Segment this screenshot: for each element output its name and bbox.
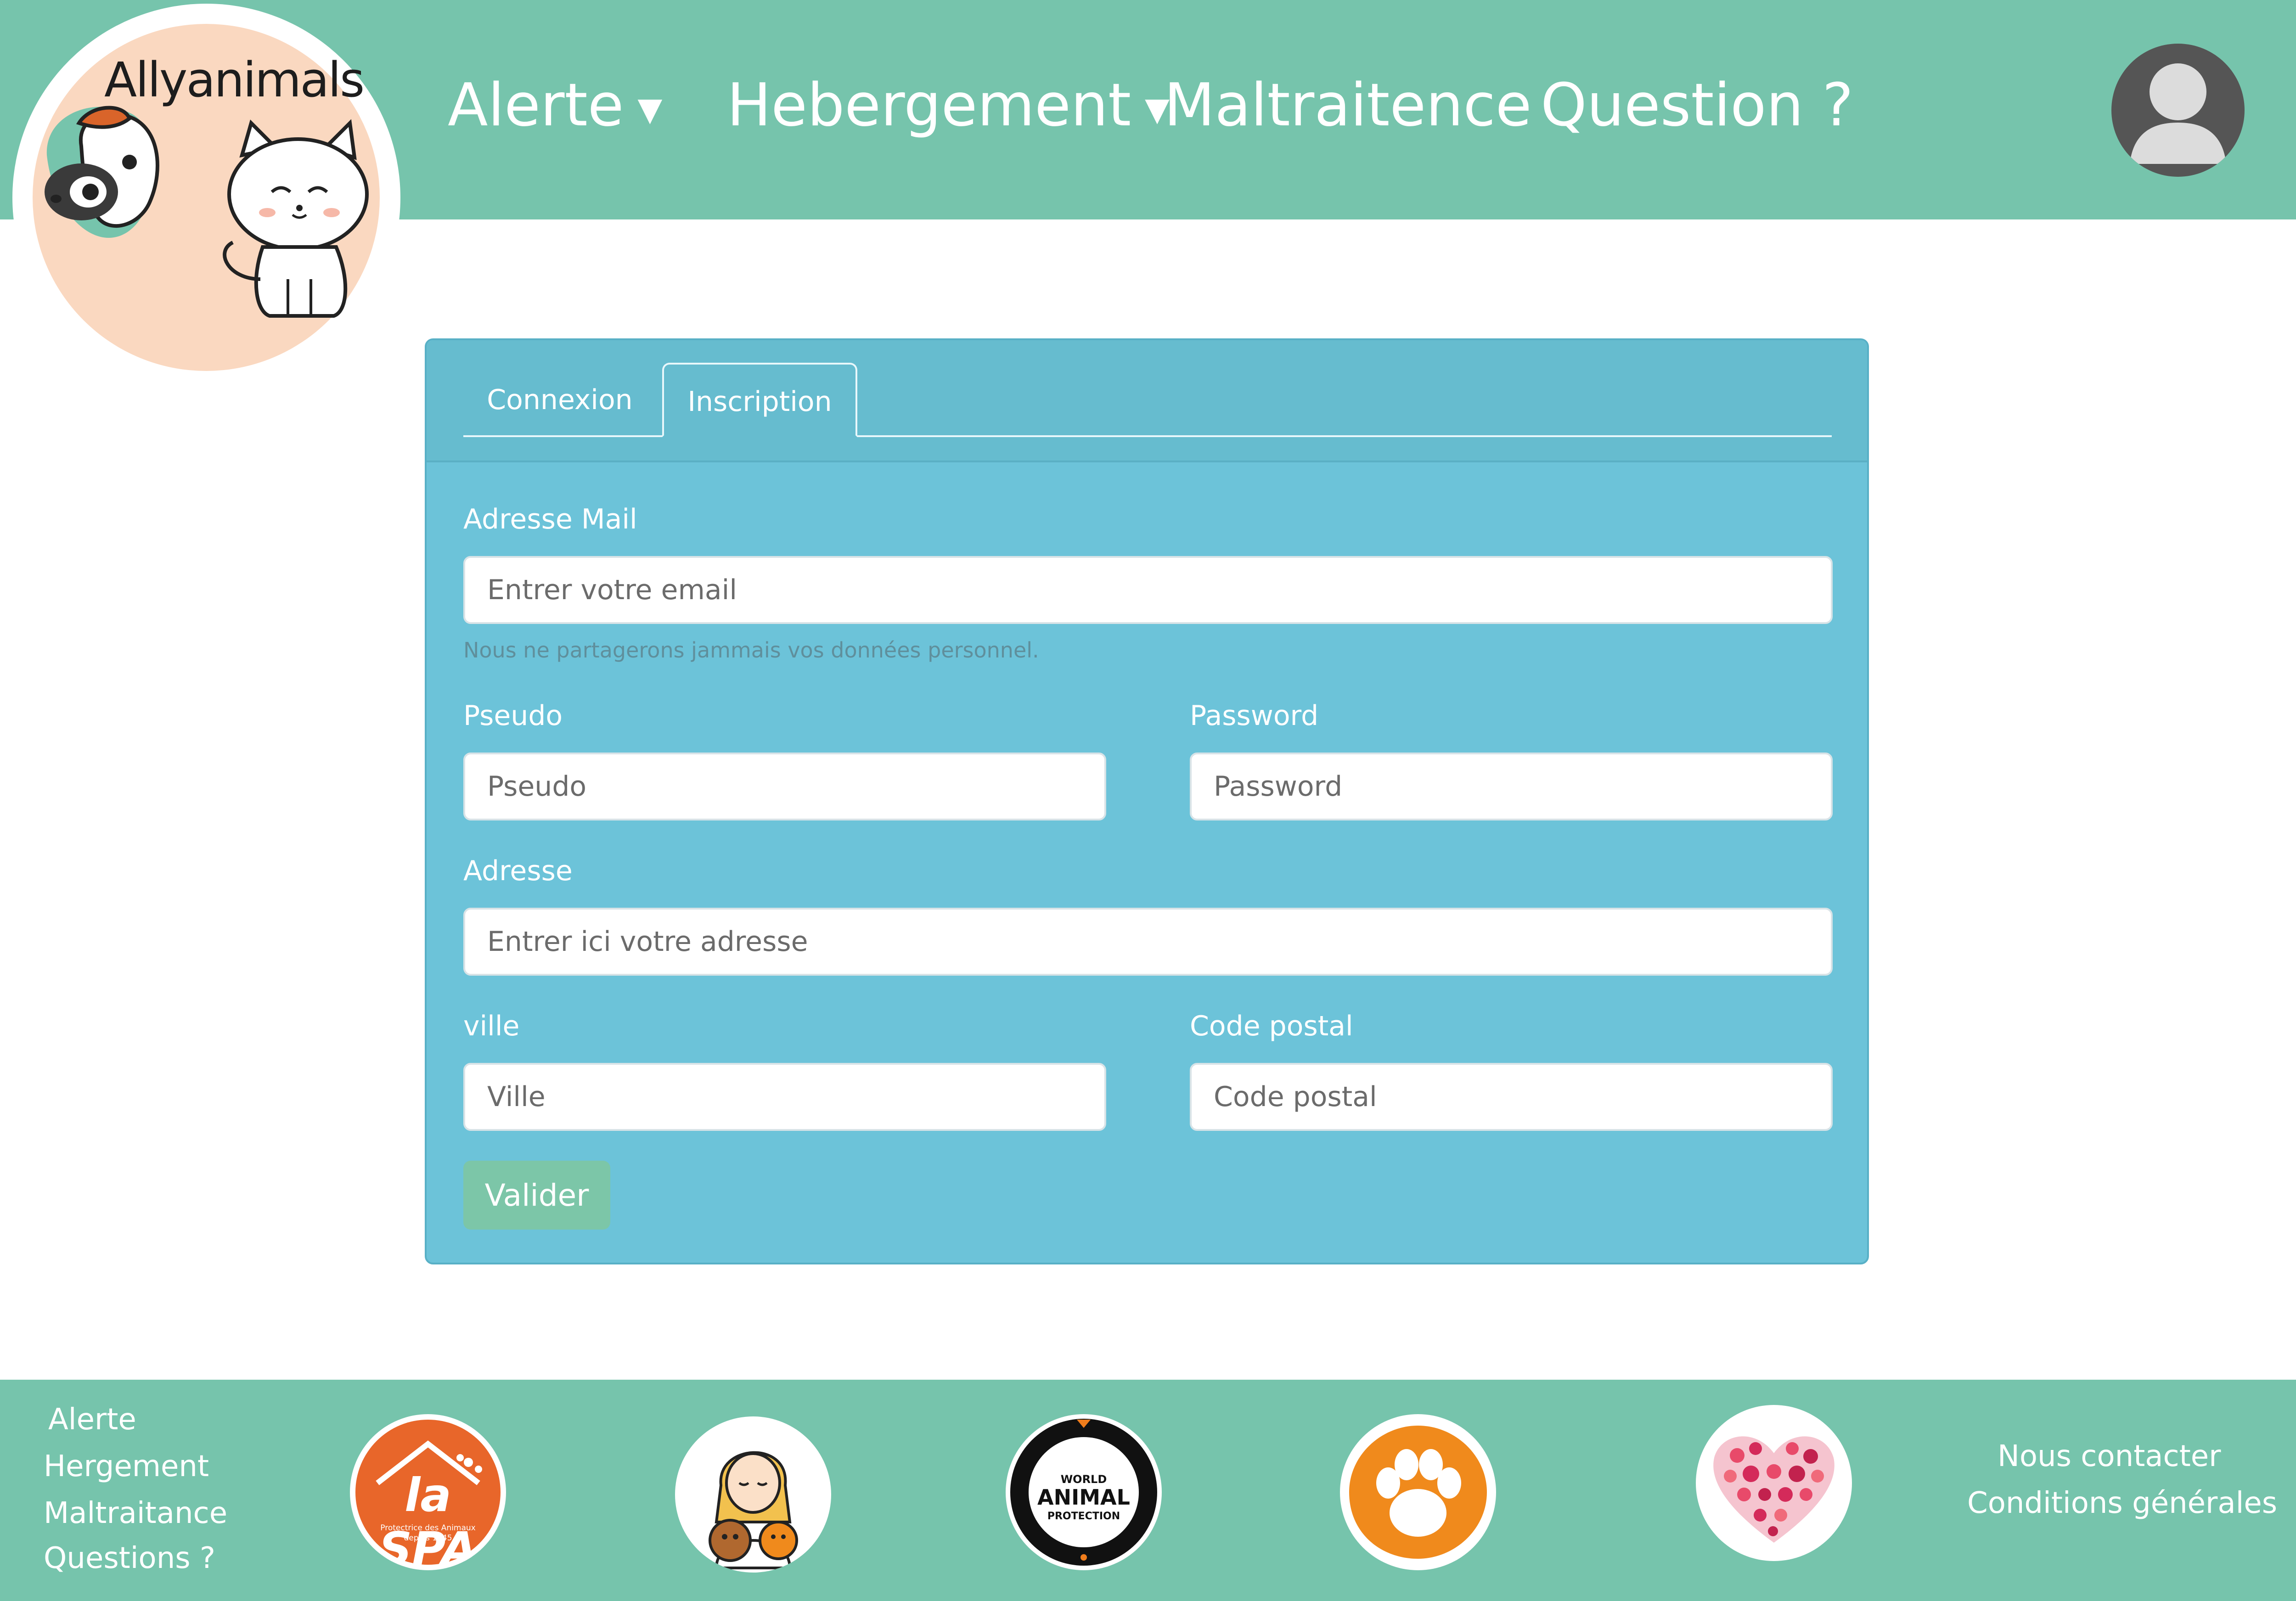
footer-link-contact[interactable]: Nous contacter (1998, 1439, 2221, 1473)
email-help-text: Nous ne partagerons jammais vos données … (463, 638, 1039, 663)
site-logo[interactable]: Allyanimals (12, 4, 400, 392)
address-field[interactable] (463, 908, 1833, 976)
site-footer: Alerte Hergement Maltraitance Questions … (0, 1380, 2296, 1601)
tab-inscription-label: Inscription (687, 386, 832, 418)
footer-link-conditions[interactable]: Conditions générales (1967, 1486, 2277, 1520)
nav-maltraitence-label: Maltraitence (1164, 71, 1532, 140)
password-label: Password (1190, 700, 1319, 732)
wap-line1: WORLD (1060, 1473, 1107, 1486)
postal-code-field[interactable] (1190, 1063, 1833, 1131)
user-avatar-icon[interactable] (2111, 44, 2245, 177)
submit-button[interactable]: Valider (463, 1161, 610, 1230)
pseudo-label: Pseudo (463, 700, 563, 732)
footer-link-maltraitance[interactable]: Maltraitance (44, 1496, 227, 1530)
tab-connexion-label: Connexion (487, 384, 633, 416)
tab-inscription[interactable]: Inscription (662, 363, 857, 437)
user-silhouette-icon (2130, 63, 2226, 164)
partner-wap-logo[interactable]: WORLD ANIMAL PROTECTION (1006, 1414, 1162, 1570)
partner-vet-logo[interactable] (675, 1416, 831, 1573)
nav-question-label: Question ? (1541, 71, 1854, 140)
nav-alerte[interactable]: Alerte ▼ (448, 69, 662, 142)
wap-line3: PROTECTION (1047, 1511, 1120, 1522)
city-field[interactable] (463, 1063, 1106, 1131)
pseudo-field[interactable] (463, 753, 1106, 820)
chevron-down-icon: ▼ (637, 90, 663, 128)
email-label: Adresse Mail (463, 503, 637, 535)
tab-connexion[interactable]: Connexion (463, 363, 656, 437)
address-label: Adresse (463, 855, 573, 887)
paw-icon (1349, 1426, 1487, 1559)
card-header: Connexion Inscription (427, 340, 1867, 462)
password-field[interactable] (1190, 753, 1833, 820)
auth-card: Connexion Inscription Adresse Mail Nous … (425, 338, 1869, 1264)
partner-heart-logo[interactable] (1696, 1405, 1852, 1561)
wap-line2: ANIMAL (1037, 1485, 1130, 1510)
email-field[interactable] (463, 556, 1833, 624)
spa-since: depuis 1845 (404, 1534, 452, 1543)
spa-tagline: Protectrice des Animaux (380, 1523, 476, 1533)
postal-code-label: Code postal (1190, 1010, 1353, 1042)
footer-link-hergement[interactable]: Hergement (44, 1449, 209, 1483)
logo-wordmark: Allyanimals (104, 52, 365, 108)
footer-link-alerte[interactable]: Alerte (48, 1403, 136, 1437)
nav-hebergement-label: Hebergement (727, 71, 1131, 140)
footer-link-questions[interactable]: Questions ? (44, 1541, 215, 1575)
city-label: ville (463, 1010, 520, 1042)
nav-question[interactable]: Question ? (1541, 69, 1853, 142)
veterinarian-icon (709, 1451, 798, 1569)
paw-heart-icon (1713, 1436, 1835, 1543)
spa-name: la SPA (379, 1468, 477, 1570)
nav-alerte-label: Alerte (448, 71, 624, 140)
nav-hebergement[interactable]: Hebergement ▼ (727, 69, 1170, 142)
partner-paw-logo[interactable] (1340, 1414, 1496, 1570)
partner-spa-logo[interactable]: la SPA Protectrice des Animaux depuis 18… (350, 1414, 506, 1570)
nav-maltraitence[interactable]: Maltraitence (1164, 69, 1531, 142)
